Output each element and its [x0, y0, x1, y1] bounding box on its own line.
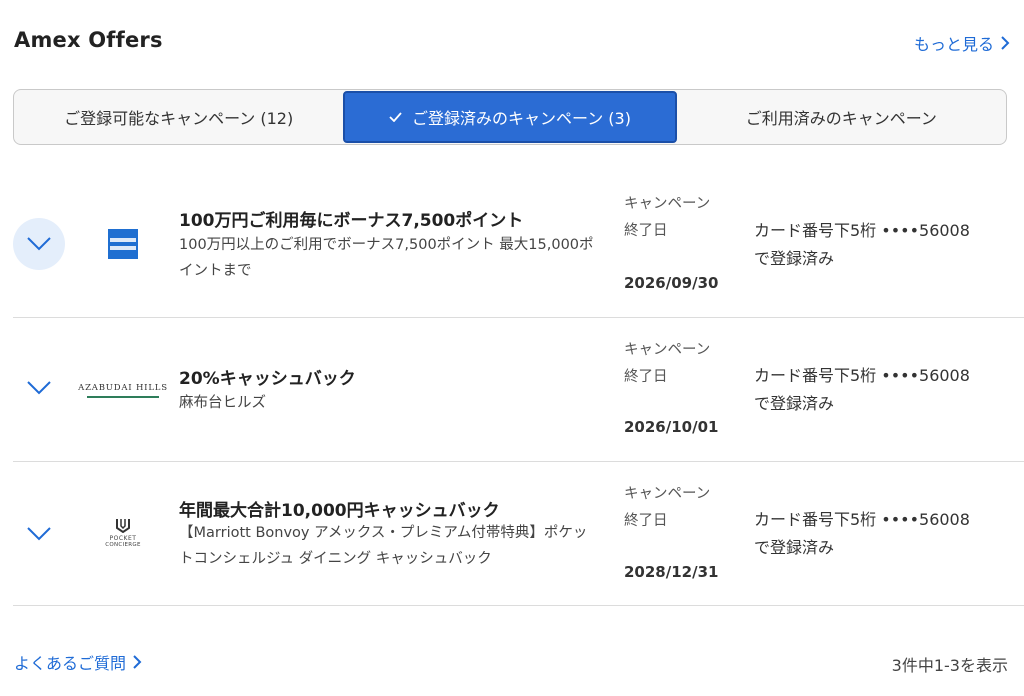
offer-row: 100万円ご利用毎にボーナス7,500ポイント 100万円以上のご利用でボーナス… — [13, 170, 1024, 318]
logo-text-line1: POCKET — [109, 534, 137, 542]
tab-enrolled[interactable]: ご登録済みのキャンペーン (3) — [343, 91, 677, 143]
enroll-line2: で登録済み — [754, 249, 835, 268]
end-date-label: キャンペーン 終了日 — [624, 481, 710, 535]
enroll-line2: で登録済み — [754, 394, 835, 413]
offer-description: 【Marriott Bonvoy アメックス・プレミアム付帯特典】ポケットコンシ… — [179, 525, 588, 567]
enrollment-status: カード番号下5桁 ••••56008 で登録済み — [754, 217, 1014, 273]
end-date-label: キャンペーン 終了日 — [624, 337, 710, 391]
end-date-label: キャンペーン 終了日 — [624, 191, 710, 245]
see-more-label: もっと見る — [913, 35, 994, 54]
end-label-line2: 終了日 — [624, 223, 668, 239]
faq-label: よくあるご質問 — [14, 654, 127, 673]
tab-enrolled-label: ご登録済みのキャンペーン (3) — [412, 109, 631, 128]
end-date-value: 2026/10/01 — [624, 418, 719, 436]
chevron-down-icon — [27, 237, 51, 251]
end-date-value: 2026/09/30 — [624, 274, 719, 292]
page-title: Amex Offers — [14, 28, 163, 52]
end-label-line1: キャンペーン — [624, 342, 711, 358]
amex-logo-icon — [108, 229, 138, 259]
logo-underline — [87, 395, 159, 398]
result-count: 3件中1-3を表示 — [891, 656, 1008, 675]
enroll-line2: で登録済み — [754, 538, 835, 557]
enrollment-status: カード番号下5桁 ••••56008 で登録済み — [754, 362, 1014, 418]
logo-text-line2: CONCIERGE — [105, 541, 141, 548]
pocket-concierge-mark-icon — [116, 518, 130, 533]
chevron-right-icon — [1001, 36, 1010, 50]
end-date-value: 2028/12/31 — [624, 563, 719, 581]
see-more-link[interactable]: もっと見る — [914, 31, 1010, 55]
expand-button[interactable] — [13, 508, 65, 560]
end-label-line1: キャンペーン — [624, 196, 711, 212]
end-label-line2: 終了日 — [624, 369, 668, 385]
campaign-tabs: ご登録可能なキャンペーン (12) ご登録済みのキャンペーン (3) ご利用済み… — [13, 89, 1007, 145]
tab-available[interactable]: ご登録可能なキャンペーン (12) — [14, 90, 343, 144]
offer-title: 年間最大合計10,000円キャッシュバック — [179, 501, 500, 521]
amex-logo — [85, 224, 161, 264]
check-icon — [389, 112, 402, 122]
chevron-down-icon — [27, 381, 51, 395]
chevron-right-icon — [133, 655, 142, 669]
offer-title: 100万円ご利用毎にボーナス7,500ポイント — [179, 211, 524, 231]
pocket-concierge-logo: POCKET CONCIERGE — [85, 512, 161, 552]
enroll-line1: カード番号下5桁 ••••56008 — [754, 510, 970, 529]
faq-link[interactable]: よくあるご質問 — [14, 650, 142, 674]
azabudai-hills-logo: AZABUDAI HILLS — [78, 370, 167, 410]
tab-used-label: ご利用済みのキャンペーン — [745, 109, 937, 128]
offer-title: 20%キャッシュバック — [179, 369, 356, 389]
expand-button[interactable] — [13, 362, 65, 414]
enroll-line1: カード番号下5桁 ••••56008 — [754, 366, 970, 385]
tab-available-label: ご登録可能なキャンペーン (12) — [64, 109, 294, 128]
offer-description: 100万円以上のご利用でボーナス7,500ポイント 最大15,000ポイントまで — [179, 237, 594, 279]
enrollment-status: カード番号下5桁 ••••56008 で登録済み — [754, 506, 1014, 562]
offer-description: 麻布台ヒルズ — [179, 395, 266, 411]
expand-button[interactable] — [13, 218, 65, 270]
offer-row: AZABUDAI HILLS 20%キャッシュバック 麻布台ヒルズ キャンペーン… — [13, 318, 1024, 462]
enroll-line1: カード番号下5桁 ••••56008 — [754, 221, 970, 240]
tab-used[interactable]: ご利用済みのキャンペーン — [677, 90, 1006, 144]
chevron-down-icon — [27, 527, 51, 541]
end-label-line1: キャンペーン — [624, 486, 711, 502]
end-label-line2: 終了日 — [624, 513, 668, 529]
logo-text: AZABUDAI HILLS — [78, 382, 168, 393]
offer-row: POCKET CONCIERGE 年間最大合計10,000円キャッシュバック 【… — [13, 462, 1024, 606]
offers-header: Amex Offers もっと見る — [14, 28, 1010, 60]
